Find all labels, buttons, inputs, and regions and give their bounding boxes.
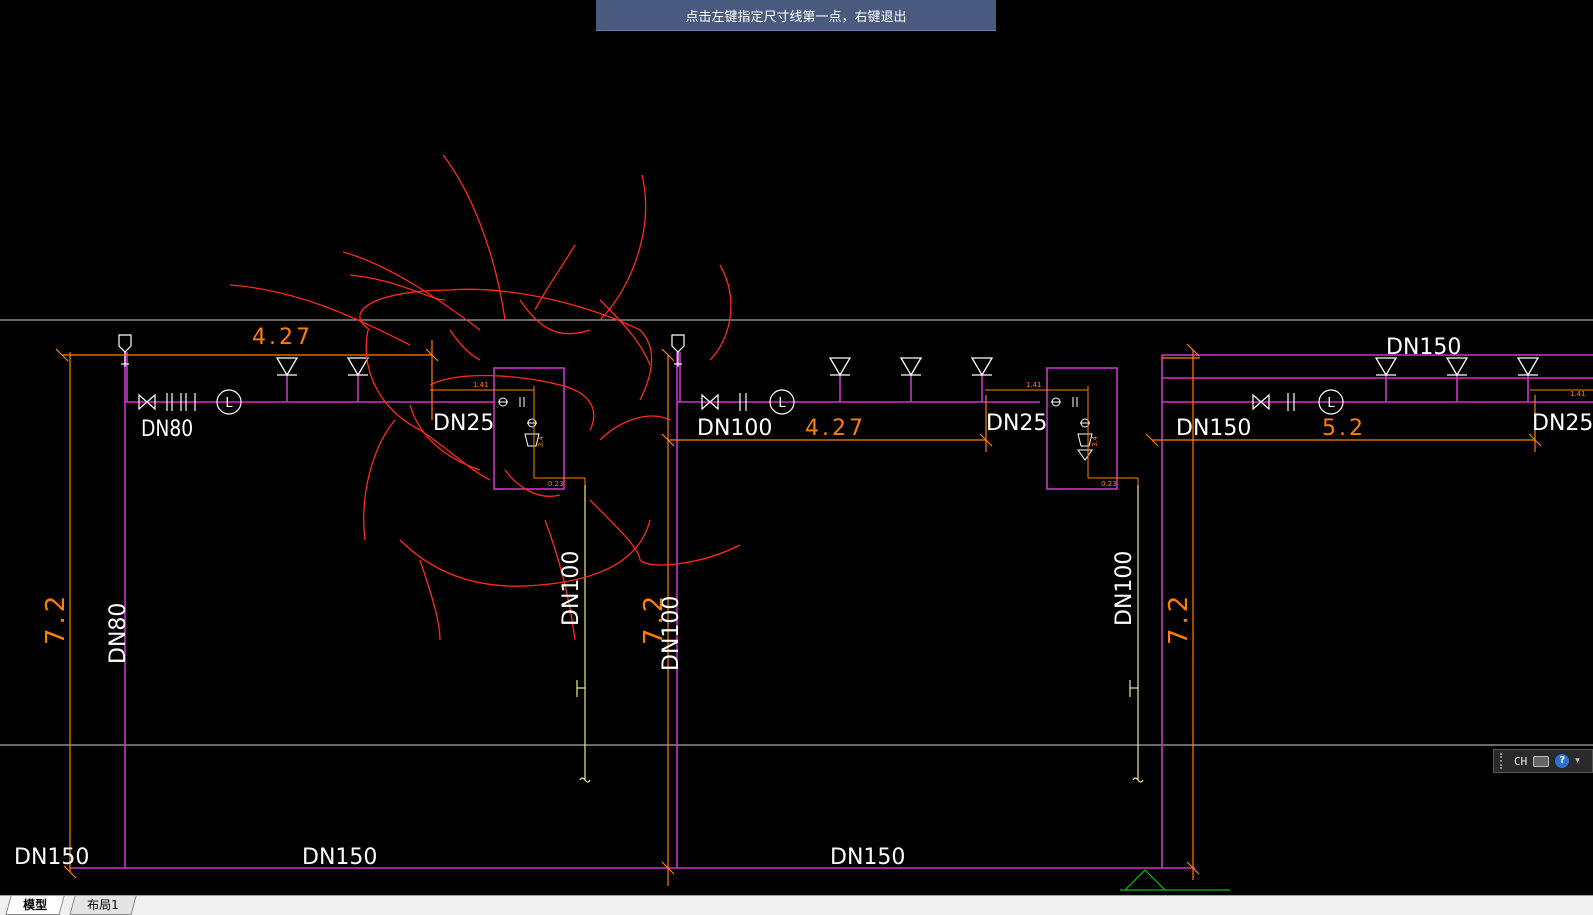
label-dn150-5: DN150 — [830, 845, 905, 870]
svg-text:3.4: 3.4 — [1091, 435, 1099, 447]
tab-model[interactable]: 模型 — [5, 896, 65, 915]
tab-layout1[interactable]: 布局1 — [69, 896, 137, 915]
svg-text:1.41: 1.41 — [1570, 390, 1586, 398]
command-prompt-text: 点击左键指定尺寸线第一点，右键退出 — [685, 9, 907, 25]
label-dn150-3: DN150 — [14, 845, 89, 870]
grip-icon[interactable] — [1500, 753, 1508, 769]
label-dn100-2: DN100 — [559, 551, 584, 626]
label-dn25-2: DN25 — [986, 411, 1047, 436]
label-dn25-1: DN25 — [433, 411, 494, 436]
ime-language-label[interactable]: CH — [1514, 755, 1527, 768]
svg-text:0.23: 0.23 — [1101, 480, 1117, 488]
dim-4-27-a: 4.27 — [252, 325, 313, 350]
svg-text:L: L — [1327, 396, 1335, 411]
menu-arrow-icon[interactable]: ▾ — [1575, 756, 1580, 766]
ime-language-bar[interactable]: CH ? ▾ — [1493, 749, 1593, 773]
dim-7-2-b: 7.2 — [639, 592, 669, 645]
layout-tab-bar: 模型 布局1 — [0, 895, 1593, 915]
label-dn150-2: DN150 — [1386, 335, 1461, 360]
label-dn100-1: DN100 — [697, 416, 772, 441]
cad-drawing-canvas[interactable]: L L L DN80 DN25 DN100 DN25 DN150 DN25 DN… — [0, 0, 1593, 914]
svg-text:3.4: 3.4 — [537, 435, 545, 447]
dim-4-27-b: 4.27 — [805, 416, 866, 441]
label-dn25-3: DN25 — [1532, 411, 1593, 436]
label-dn150-4: DN150 — [302, 845, 377, 870]
svg-text:1.41: 1.41 — [473, 381, 489, 389]
tab-model-label: 模型 — [23, 898, 48, 912]
command-prompt-tooltip: 点击左键指定尺寸线第一点，右键退出 — [596, 0, 996, 31]
svg-text:L: L — [778, 396, 786, 411]
help-icon[interactable]: ? — [1555, 754, 1570, 768]
dim-5-2: 5.2 — [1322, 416, 1366, 441]
svg-text:1.41: 1.41 — [1026, 381, 1042, 389]
tab-layout1-label: 布局1 — [87, 898, 119, 912]
svg-text:L: L — [225, 396, 233, 411]
label-dn80-2: DN80 — [106, 603, 131, 664]
label-dn100-4: DN100 — [1112, 551, 1137, 626]
dim-7-2-c: 7.2 — [1164, 592, 1194, 645]
dim-7-2-a: 7.2 — [41, 592, 71, 645]
keyboard-icon[interactable] — [1533, 755, 1550, 767]
label-dn150-1: DN150 — [1176, 416, 1251, 441]
svg-text:0.23: 0.23 — [548, 480, 564, 488]
label-dn80-1: DN80 — [141, 416, 193, 442]
